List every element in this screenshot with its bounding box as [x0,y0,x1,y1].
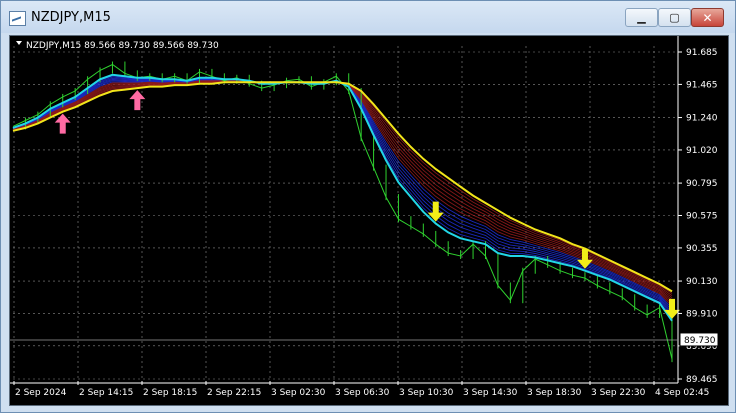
ribbon-line [12,80,673,303]
close-icon: ✕ [702,11,713,25]
close-button[interactable]: ✕ [691,8,724,27]
x-tick-label: 3 Sep 02:30 [271,388,326,398]
chart-area[interactable]: 91.685 91.465 91.240 91.020 90.795 90.575 90.3… [9,35,729,406]
price-line [12,63,673,360]
y-tick-label: 90.130 [686,277,718,287]
window-title: NZDJPY,M15 [31,10,111,25]
collapse-triangle-icon[interactable] [16,41,22,45]
x-tick-label: 2 Sep 14:15 [79,388,133,398]
chart-window: NZDJPY,M15 ▁ ▢ ✕ 91.685 91.465 91.240 91.02… [0,0,736,413]
title-bar[interactable]: NZDJPY,M15 ▁ ▢ ✕ [1,1,735,33]
y-tick-label: 91.465 [686,80,718,90]
y-tick-label: 89.910 [686,309,718,319]
x-tick-label: 3 Sep 18:30 [527,388,582,398]
fast-ma-line [12,73,673,322]
maximize-button[interactable]: ▢ [658,8,691,27]
symbol-info: NZDJPY,M15 89.566 89.730 89.566 89.730 [26,41,219,51]
ribbon-line [12,79,673,309]
ribbon-line [12,80,673,305]
ribbon-line [12,77,673,315]
grid [13,46,678,383]
y-tick-label: 91.685 [686,48,718,58]
x-tick-label: 3 Sep 14:30 [463,388,518,398]
ribbon-line [12,76,673,317]
up-arrow-icon [129,90,146,111]
y-tick-label: 89.465 [686,375,718,385]
x-tick-label: 2 Sep 18:15 [143,388,197,398]
chart-window-icon [9,11,26,26]
ribbon-line [12,75,673,319]
x-tick-label: 4 Sep 02:45 [655,388,709,398]
price-chart[interactable]: 91.685 91.465 91.240 91.020 90.795 90.575 90.3… [10,36,728,405]
y-tick-label: 91.020 [686,146,718,156]
minimize-button[interactable]: ▁ [625,8,658,27]
x-tick-label: 3 Sep 22:30 [591,388,646,398]
y-tick-label: 90.795 [686,179,718,189]
ribbon-line [12,80,673,307]
ribbon-line [12,74,673,322]
x-tick-label: 3 Sep 06:30 [335,388,390,398]
current-price-label: 89.730 [684,336,716,346]
y-tick-label: 91.240 [686,114,718,124]
maximize-icon: ▢ [669,11,680,24]
x-tick-label: 2 Sep 2024 [15,388,67,398]
ma-ribbon [12,74,673,322]
signal-arrows [54,90,680,319]
minimize-icon: ▁ [637,11,646,24]
x-tick-label: 3 Sep 10:30 [399,388,454,398]
up-arrow-icon [54,113,71,134]
series [12,61,673,363]
x-tick-label: 2 Sep 22:15 [207,388,261,398]
y-tick-label: 90.575 [686,212,718,222]
ribbon-line [12,79,673,313]
y-tick-label: 90.355 [686,244,718,254]
